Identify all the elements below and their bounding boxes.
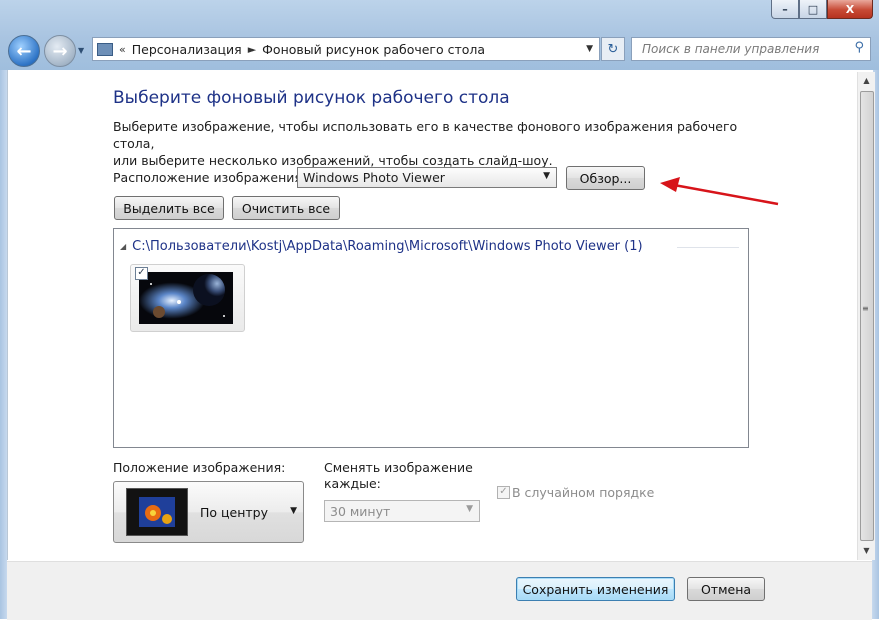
breadcrumb-overflow[interactable]: « [119,43,126,56]
select-all-button[interactable]: Выделить все [114,196,224,220]
breadcrumb-item-desktop-background[interactable]: Фоновый рисунок рабочего стола [262,42,485,57]
search-input[interactable] [640,41,854,57]
scroll-down-icon[interactable]: ▼ [858,542,875,559]
arrow-right-icon: → [52,40,68,62]
group-divider [677,247,739,248]
interval-label: Сменять изображение каждые: [324,460,473,492]
caption-buttons: – □ X [771,0,873,19]
scrollbar-grip-icon: ≡ [862,304,869,313]
clear-all-button[interactable]: Очистить все [232,196,340,220]
gallery-group-header[interactable]: ◢ C:\Пользователи\Kostj\AppData\Roaming\… [120,239,643,254]
interval-select[interactable]: 30 минут ▼ [324,500,480,522]
maximize-button[interactable]: □ [799,0,827,19]
location-label: Расположение изображения: [113,170,307,185]
address-bar[interactable]: « Персонализация ► Фоновый рисунок рабоч… [92,37,600,61]
minimize-button[interactable]: – [771,0,799,19]
search-box: ⚲ [631,37,871,61]
page-title: Выберите фоновый рисунок рабочего стола [113,88,510,108]
shuffle-checkbox[interactable]: ✓ [497,486,510,499]
breadcrumb-item-personalization[interactable]: Персонализация [132,42,242,57]
arrow-left-icon: ← [16,40,32,62]
chevron-down-icon: ▼ [290,506,297,516]
address-dropdown-icon[interactable]: ▼ [586,44,593,54]
search-icon[interactable]: ⚲ [854,40,864,55]
annotation-arrow-icon [660,177,779,206]
window-frame-left [0,70,7,619]
scrollbar-thumb[interactable] [860,91,874,541]
wallpaper-tile[interactable]: ✓ [130,264,245,332]
collapse-triangle-icon[interactable]: ◢ [120,242,126,251]
description-line-1: Выберите изображение, чтобы использовать… [113,119,738,151]
location-select[interactable]: Windows Photo Viewer ▼ [297,167,557,188]
close-button[interactable]: X [827,0,873,19]
vertical-scrollbar[interactable]: ▲ ≡ ▼ [857,72,875,560]
control-panel-icon [97,42,113,56]
scroll-up-icon[interactable]: ▲ [858,72,875,89]
interval-label-line-2: каждые: [324,476,381,491]
refresh-icon: ↻ [607,41,619,57]
page-description: Выберите изображение, чтобы использовать… [113,118,753,169]
forward-button[interactable]: → [44,35,76,67]
location-select-value: Windows Photo Viewer [303,170,445,185]
back-button[interactable]: ← [8,35,40,67]
position-label: Положение изображения: [113,460,286,475]
interval-label-line-1: Сменять изображение [324,460,473,475]
save-button[interactable]: Сохранить изменения [516,577,675,601]
breadcrumb-arrow-icon[interactable]: ► [248,43,256,56]
position-select[interactable]: По центру ▼ [113,481,304,543]
chevron-down-icon: ▼ [466,504,473,514]
position-preview-image [126,488,188,536]
gallery-group-path: C:\Пользователи\Kostj\AppData\Roaming\Mi… [132,239,643,254]
cancel-button[interactable]: Отмена [687,577,765,601]
refresh-button[interactable]: ↻ [601,37,625,61]
wallpaper-gallery[interactable]: ◢ C:\Пользователи\Kostj\AppData\Roaming\… [113,228,749,448]
chevron-down-icon: ▼ [543,171,550,181]
position-value: По центру [200,505,269,520]
browse-button[interactable]: Обзор... [566,166,645,190]
wallpaper-checkbox[interactable]: ✓ [135,267,148,280]
window-titlebar: – □ X ← → ▼ « Персонализация ► Фоновый р… [0,0,879,70]
space-wallpaper-thumbnail [139,272,233,324]
recent-pages-dropdown[interactable]: ▼ [78,46,84,55]
interval-select-value: 30 минут [330,503,391,519]
shuffle-label: В случайном порядке [512,485,655,500]
